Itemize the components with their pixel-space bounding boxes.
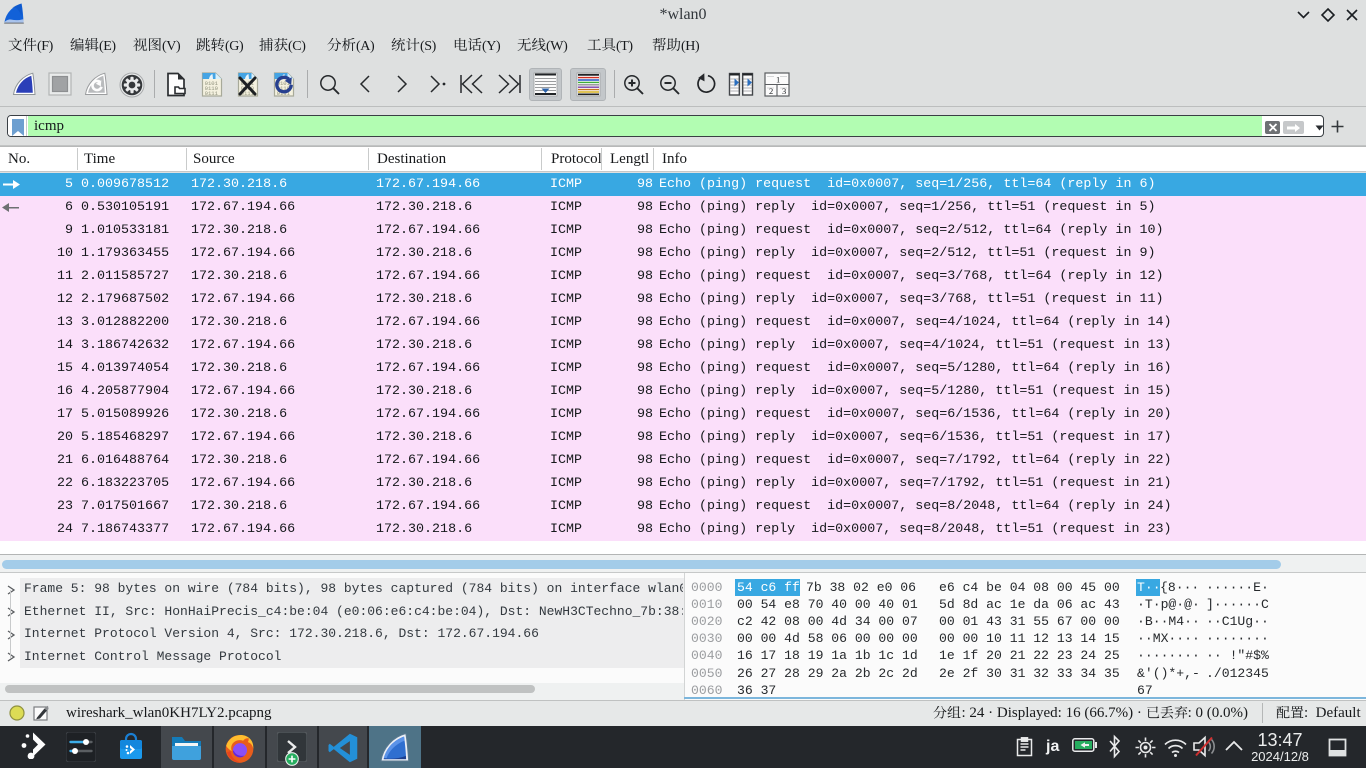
svg-text:0111: 0111 <box>205 90 219 97</box>
svg-text:2: 2 <box>769 86 773 96</box>
svg-text:3: 3 <box>782 86 786 96</box>
svg-text:1: 1 <box>776 75 780 85</box>
